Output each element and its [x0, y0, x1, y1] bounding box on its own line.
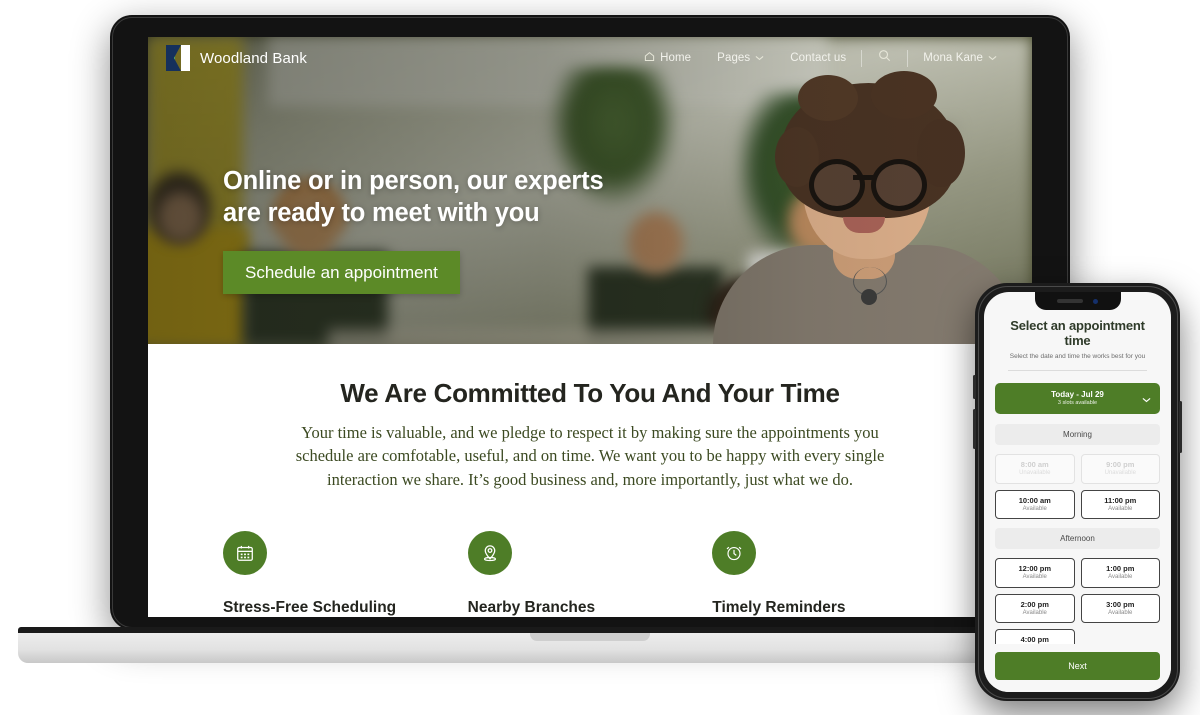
feature-title: Timely Reminders: [712, 599, 846, 617]
chevron-down-icon: [755, 52, 764, 64]
time-slot-state: Available: [1108, 609, 1133, 616]
time-slot[interactable]: 9:00 pm Unavailable: [1080, 454, 1160, 484]
nav-item-home[interactable]: Home: [631, 51, 704, 65]
time-slot-time: 3:00 pm: [1106, 599, 1135, 609]
woodland-bank-logo-icon: [166, 45, 190, 71]
time-slot-time: 8:00 am: [1020, 460, 1049, 470]
time-slot-time: 12:00 pm: [1018, 564, 1052, 574]
nav-divider-left: [861, 49, 863, 67]
nav-item-contact[interactable]: Contact us: [777, 52, 859, 64]
hero-title-line-1: Online or in person, our experts: [223, 167, 604, 195]
time-slot-state: Unavailable: [1104, 470, 1136, 477]
time-slot-state: Available: [1108, 505, 1133, 512]
section-paragraph: Your time is valuable, and we pledge to …: [295, 423, 885, 489]
time-slot[interactable]: 8:00 am Unavailable: [995, 454, 1075, 484]
section-header-morning: Morning: [995, 424, 1160, 446]
appointment-footer: Next: [984, 644, 1171, 692]
hero-section: Woodland Bank Home Pages Contact us Mona…: [148, 37, 1032, 344]
chevron-down-icon: [1142, 390, 1151, 408]
date-selector-sublabel: 3 slots available: [1057, 399, 1098, 406]
nav-item-pages-label: Pages: [717, 52, 751, 64]
laptop-screen: Woodland Bank Home Pages Contact us Mona…: [148, 37, 1032, 617]
account-menu[interactable]: Mona Kane: [910, 52, 1010, 64]
time-slot[interactable]: 4:00 pm Available: [995, 629, 1075, 644]
time-slot-time: 11:00 pm: [1104, 495, 1137, 505]
laptop-base-notch: [530, 633, 650, 641]
search-button[interactable]: [864, 49, 905, 67]
slot-grid-afternoon: 12:00 pm Available 1:00 pm Available 2:0…: [995, 558, 1160, 644]
speaker-icon: [1057, 299, 1083, 303]
map-pin-icon: [467, 531, 512, 576]
site-navigation: Woodland Bank Home Pages Contact us Mona…: [148, 37, 1032, 79]
phone-screen: Select an appointment time Select the da…: [984, 292, 1171, 692]
feature-title: Nearby Branches: [467, 599, 596, 617]
calendar-icon: [223, 531, 267, 576]
feature-item: Timely Reminders Our automated confirmat…: [712, 531, 957, 617]
account-menu-label: Mona Kane: [923, 52, 983, 64]
content-section: We Are Committed To You And Your Time Yo…: [148, 344, 1032, 617]
phone-volume-up-button[interactable]: [973, 375, 976, 399]
time-slot-state: Available: [1022, 609, 1047, 616]
feature-item: Stress-Free Scheduling Our online schedu…: [223, 531, 468, 617]
time-slot-time: 4:00 pm: [1020, 635, 1049, 644]
time-slot[interactable]: 1:00 pm Available: [1080, 558, 1160, 588]
date-selector-label: Today - Jul 29: [1051, 390, 1104, 399]
date-selector[interactable]: Today - Jul 29 3 slots available: [995, 383, 1160, 415]
time-slot[interactable]: 2:00 pm Available: [995, 593, 1075, 624]
time-slot[interactable]: 10:00 am Available: [995, 489, 1075, 520]
appointment-title: Select an appointment time: [1010, 318, 1145, 348]
schedule-appointment-button[interactable]: Schedule an appointment: [223, 251, 460, 295]
time-slot-time: 9:00 pm: [1106, 460, 1135, 470]
feature-list: Stress-Free Scheduling Our online schedu…: [223, 531, 957, 617]
hero-title-line-2: are ready to meet with you: [223, 199, 540, 228]
phone-power-button[interactable]: [1179, 401, 1182, 453]
home-icon: [644, 51, 655, 65]
brand[interactable]: Woodland Bank: [166, 45, 307, 71]
search-icon: [878, 49, 891, 67]
nav-item-contact-label: Contact us: [790, 52, 847, 64]
time-slot-time: 10:00 am: [1018, 495, 1051, 505]
time-slot-time: 2:00 pm: [1020, 599, 1049, 609]
hero-title: Online or in person, our experts are rea…: [223, 165, 643, 229]
phone-volume-down-button[interactable]: [973, 409, 976, 449]
section-title: We Are Committed To You And Your Time: [340, 378, 840, 408]
time-slot-state: Available: [1108, 574, 1133, 581]
nav-item-home-label: Home: [660, 52, 692, 64]
time-slot-state: Available: [1022, 505, 1047, 512]
time-slot[interactable]: 3:00 pm Available: [1080, 593, 1160, 624]
slot-grid-morning: 8:00 am Unavailable 9:00 pm Unavailable …: [995, 454, 1160, 520]
header-divider: [1008, 370, 1147, 371]
next-button[interactable]: Next: [995, 652, 1160, 680]
nav-divider-right: [907, 49, 909, 67]
phone-notch: [1034, 292, 1121, 310]
time-slot[interactable]: 11:00 pm Available: [1080, 489, 1160, 520]
time-slot[interactable]: 12:00 pm Available: [995, 558, 1075, 588]
hero-copy: Online or in person, our experts are rea…: [223, 165, 643, 295]
feature-title: Stress-Free Scheduling: [223, 599, 397, 617]
section-header-afternoon: Afternoon: [995, 528, 1160, 550]
nav-item-pages[interactable]: Pages: [704, 52, 777, 64]
clock-icon: [712, 531, 757, 576]
chevron-down-icon: [988, 52, 997, 64]
feature-item: Nearby Branches We make it easy to choos…: [467, 531, 713, 617]
appointment-body: Today - Jul 29 3 slots available Morning…: [984, 383, 1171, 644]
appointment-subtitle: Select the date and time the works best …: [1009, 353, 1146, 360]
nav-links: Home Pages Contact us Mona Kane: [631, 49, 1010, 67]
phone-device: Select an appointment time Select the da…: [973, 283, 1182, 701]
camera-icon: [1093, 298, 1098, 304]
laptop-device: Woodland Bank Home Pages Contact us Mona…: [18, 15, 1162, 663]
brand-name: Woodland Bank: [200, 49, 307, 67]
time-slot-state: Available: [1022, 574, 1047, 581]
time-slot-time: 1:00 pm: [1106, 564, 1135, 574]
mockup-stage: Woodland Bank Home Pages Contact us Mona…: [0, 0, 1200, 715]
time-slot-state: Unavailable: [1019, 470, 1051, 477]
